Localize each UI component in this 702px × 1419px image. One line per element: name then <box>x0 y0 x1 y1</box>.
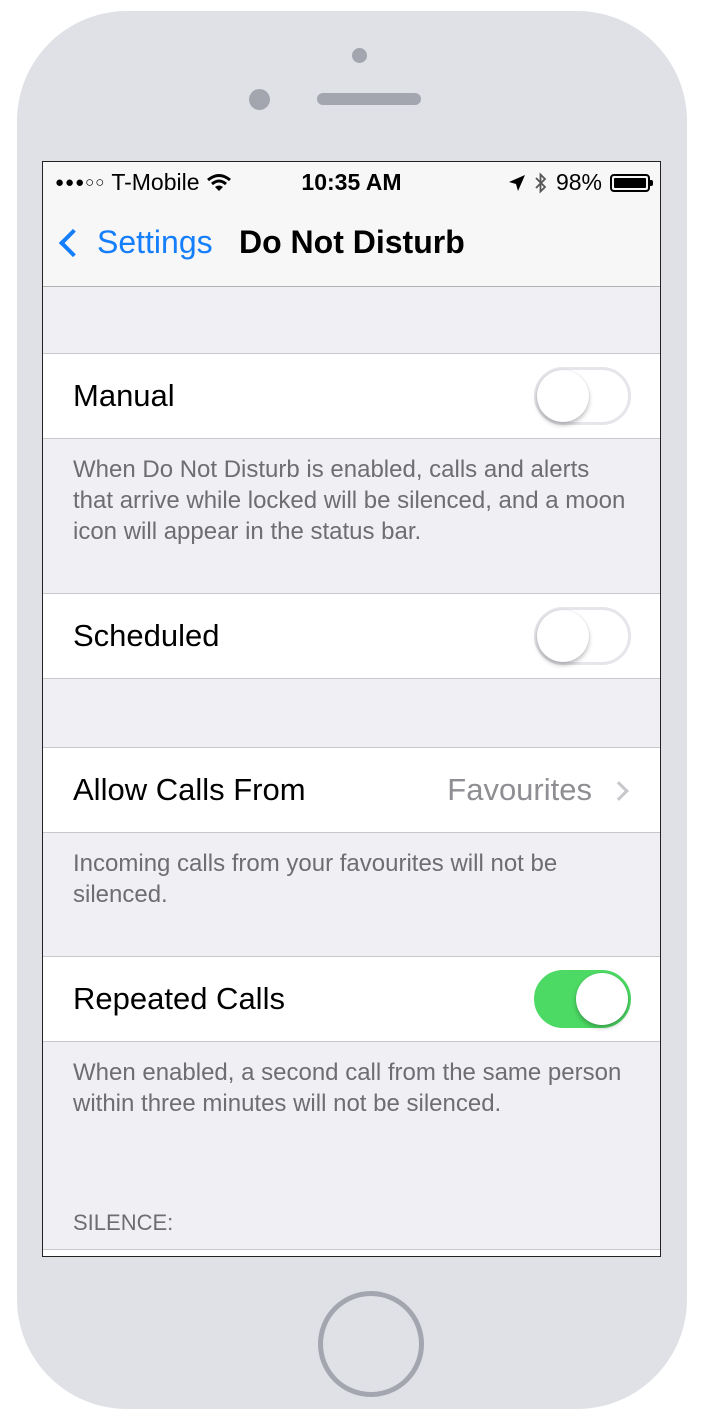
back-button[interactable]: Settings <box>57 224 213 261</box>
manual-label: Manual <box>73 378 175 413</box>
repeated-calls-toggle[interactable] <box>534 970 631 1028</box>
manual-footer: When Do Not Disturb is enabled, calls an… <box>73 456 626 545</box>
screen: ●●●○○ T-Mobile 10:35 AM 98% Settings Do … <box>42 161 661 1257</box>
manual-row: Manual <box>43 353 660 439</box>
scheduled-row: Scheduled <box>43 593 660 679</box>
manual-toggle[interactable] <box>534 367 631 425</box>
toggle-knob <box>576 973 628 1025</box>
scheduled-toggle[interactable] <box>534 607 631 665</box>
chevron-right-icon <box>609 781 629 801</box>
navigation-bar: ●●●○○ T-Mobile 10:35 AM 98% Settings Do … <box>43 162 660 287</box>
back-button-label: Settings <box>97 224 213 260</box>
toggle-knob <box>537 370 589 422</box>
home-button[interactable] <box>318 1291 424 1397</box>
silence-section-top <box>43 1249 660 1256</box>
repeated-calls-footer: When enabled, a second call from the sam… <box>73 1059 622 1117</box>
allow-calls-value: Favourites <box>447 772 592 807</box>
status-bar: ●●●○○ T-Mobile 10:35 AM 98% <box>43 162 660 202</box>
toggle-knob <box>537 610 589 662</box>
silence-section-header: SILENCE: <box>73 1210 174 1235</box>
allow-calls-label: Allow Calls From <box>73 772 306 807</box>
chevron-left-icon <box>58 228 88 257</box>
repeated-calls-row: Repeated Calls <box>43 956 660 1042</box>
front-camera <box>352 48 367 63</box>
page-title: Do Not Disturb <box>239 224 465 260</box>
battery-icon <box>610 173 653 192</box>
allow-calls-footer: Incoming calls from your favourites will… <box>73 850 558 908</box>
proximity-sensor <box>249 89 270 110</box>
earpiece-speaker <box>317 93 421 105</box>
bluetooth-icon <box>535 171 547 194</box>
location-icon <box>508 174 525 191</box>
repeated-calls-label: Repeated Calls <box>73 981 285 1016</box>
battery-percentage: 98% <box>555 169 602 195</box>
allow-calls-row[interactable]: Allow Calls From Favourites <box>43 747 660 833</box>
scheduled-label: Scheduled <box>73 618 220 653</box>
